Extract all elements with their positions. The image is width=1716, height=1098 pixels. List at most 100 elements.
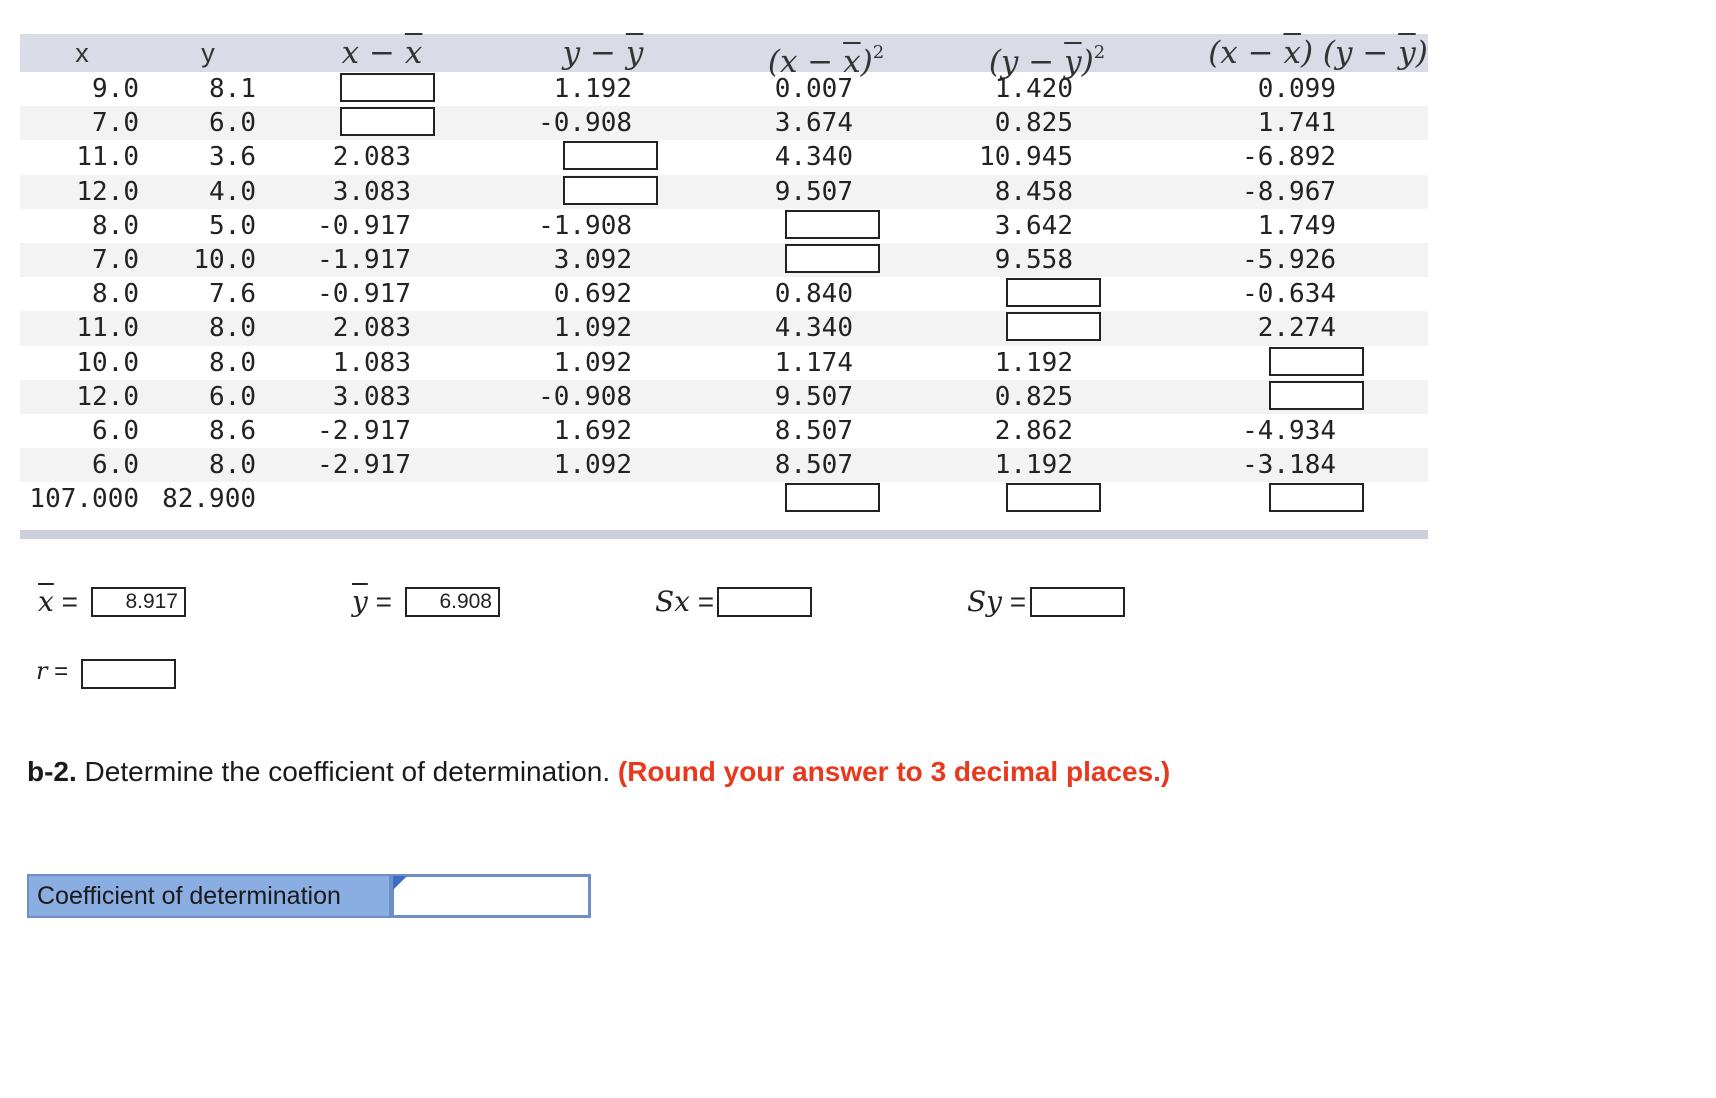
cell-y: 7.6 [209, 279, 256, 310]
header-x: x [75, 38, 89, 68]
coefficient-input[interactable] [391, 874, 591, 918]
cell-x-dev: 3.083 [332, 381, 411, 412]
cell-xy-prod: -0.634 [1242, 279, 1336, 310]
cell-y-dev-sq: 0.825 [994, 108, 1073, 139]
r-label: r = [36, 657, 69, 685]
cell-x: 6.0 [92, 450, 139, 481]
xbar-label: x = [38, 585, 78, 618]
cell-y-dev: 3.092 [553, 244, 632, 275]
table-row: 11.0 3.6 2.083 4.340 10.945 -6.892 [20, 140, 1428, 174]
sx-label: Sx = [655, 585, 715, 618]
cell-x-dev-sq: 3.674 [774, 108, 853, 139]
sx-input[interactable] [717, 587, 812, 617]
question-body: Determine the coefficient of determinati… [76, 756, 618, 787]
cell-y-dev-sq: 8.458 [994, 176, 1073, 207]
cell-input-xy-prod[interactable] [1269, 380, 1364, 410]
table-header: x y x − x y − y (x − x)2 (y − y)2 (x − x… [20, 34, 1428, 80]
cell-x-dev-sq: 0.840 [774, 279, 853, 310]
cell-x-dev-sq: 0.007 [774, 74, 853, 104]
cell-x-dev-sq: 8.507 [774, 450, 853, 481]
rounding-instruction: (Round your answer to 3 decimal places.) [617, 756, 1171, 787]
cell-x-dev: -0.917 [317, 279, 411, 310]
table-row: 12.0 6.0 3.083 -0.908 9.507 0.825 [20, 379, 1428, 414]
table-row: 6.0 8.0 -2.917 1.092 8.507 1.192 -3.184 [20, 448, 1428, 483]
r-input[interactable] [81, 659, 176, 689]
cell-xy-prod: 0.099 [1257, 74, 1336, 104]
table-row: 12.0 4.0 3.083 9.507 8.458 -8.967 [20, 174, 1428, 209]
ybar-label: y = [352, 585, 392, 618]
cell-x-dev: 2.083 [332, 142, 411, 173]
cell-xy-prod: -4.934 [1242, 415, 1336, 446]
cell-x-dev-sq: 4.340 [774, 142, 853, 173]
cell-xy-prod: -5.926 [1242, 244, 1336, 275]
cell-y-dev: 1.092 [553, 450, 632, 481]
cell-y: 5.0 [209, 210, 256, 241]
cell-y: 3.6 [209, 142, 256, 173]
cell-x: 8.0 [92, 279, 139, 310]
cell-input-x-dev[interactable] [340, 73, 435, 102]
cell-y: 8.0 [209, 313, 256, 344]
cell-x-dev: -0.917 [317, 210, 411, 241]
total-y-deviation-squared-input[interactable] [1006, 483, 1101, 513]
cell-y-dev: 1.192 [553, 74, 632, 104]
table-row: 8.0 7.6 -0.917 0.692 0.840 -0.634 [20, 277, 1428, 311]
total-x-deviation-squared-input[interactable] [785, 483, 880, 513]
cell-x: 6.0 [92, 415, 139, 446]
cell-y-dev: -0.908 [538, 381, 632, 412]
coefficient-label: Coefficient of determination [27, 874, 391, 918]
cell-x: 8.0 [92, 210, 139, 241]
cell-y: 8.0 [209, 347, 256, 378]
cell-x: 12.0 [76, 176, 139, 207]
cell-input-y-dev[interactable] [563, 141, 658, 171]
cell-x-dev-sq: 4.340 [774, 313, 853, 344]
cell-y: 6.0 [209, 381, 256, 412]
cell-y: 6.0 [209, 108, 256, 139]
cell-xy-prod: -8.967 [1242, 176, 1336, 207]
sy-label: Sy = [967, 585, 1027, 618]
cell-x: 11.0 [76, 313, 139, 344]
cell-input-y-dev[interactable] [563, 175, 658, 205]
data-table: x y x − x y − y (x − x)2 (y − y)2 (x − x… [20, 34, 1428, 540]
ybar-field[interactable]: 6.908 [405, 587, 500, 617]
total-x: 107.000 [29, 484, 139, 515]
cell-x-dev: 2.083 [332, 313, 411, 344]
cell-y-dev: -0.908 [538, 108, 632, 139]
cell-x: 11.0 [76, 142, 139, 173]
cell-input-y-dev-sq[interactable] [1006, 278, 1101, 308]
cell-input-x-dev[interactable] [340, 107, 435, 137]
cell-y-dev: -1.908 [538, 210, 632, 241]
cell-y-dev-sq: 9.558 [994, 244, 1073, 275]
cell-y-dev-sq: 10.945 [979, 142, 1073, 173]
table-row: 8.0 5.0 -0.917 -1.908 3.642 1.749 [20, 209, 1428, 243]
input-marker-icon [393, 876, 407, 890]
cell-y-dev: 1.092 [553, 347, 632, 378]
cell-x: 7.0 [92, 244, 139, 275]
table-bottom-bar [20, 530, 1428, 540]
cell-y-dev-sq: 1.192 [994, 450, 1073, 481]
cell-y-dev: 1.092 [553, 313, 632, 344]
cell-y-dev-sq: 2.862 [994, 415, 1073, 446]
cell-x-dev-sq: 1.174 [774, 347, 853, 378]
xbar-field[interactable]: 8.917 [91, 587, 186, 617]
cell-input-y-dev-sq[interactable] [1006, 312, 1101, 342]
sy-input[interactable] [1030, 587, 1125, 617]
header-x-deviation: x − x [341, 35, 423, 71]
cell-x-dev-sq: 9.507 [774, 176, 853, 207]
cell-x: 10.0 [76, 347, 139, 378]
total-xy-product-input[interactable] [1269, 483, 1364, 513]
cell-y-dev: 1.692 [553, 415, 632, 446]
cell-xy-prod: -6.892 [1242, 142, 1336, 173]
cell-xy-prod: -3.184 [1242, 450, 1336, 481]
cell-input-x-dev-sq[interactable] [785, 209, 880, 239]
table-row: 9.0 8.1 1.192 0.007 1.420 0.099 [20, 72, 1428, 106]
header-y: y [201, 38, 215, 68]
cell-input-x-dev-sq[interactable] [785, 243, 880, 273]
cell-x-dev: 3.083 [332, 176, 411, 207]
cell-x-dev-sq: 9.507 [774, 381, 853, 412]
cell-x-dev: -2.917 [317, 450, 411, 481]
header-y-deviation: y − y [562, 35, 644, 71]
cell-input-xy-prod[interactable] [1269, 346, 1364, 376]
table-row: 11.0 8.0 2.083 1.092 4.340 2.274 [20, 311, 1428, 346]
cell-x-dev-sq: 8.507 [774, 415, 853, 446]
cell-y: 8.1 [209, 74, 256, 104]
